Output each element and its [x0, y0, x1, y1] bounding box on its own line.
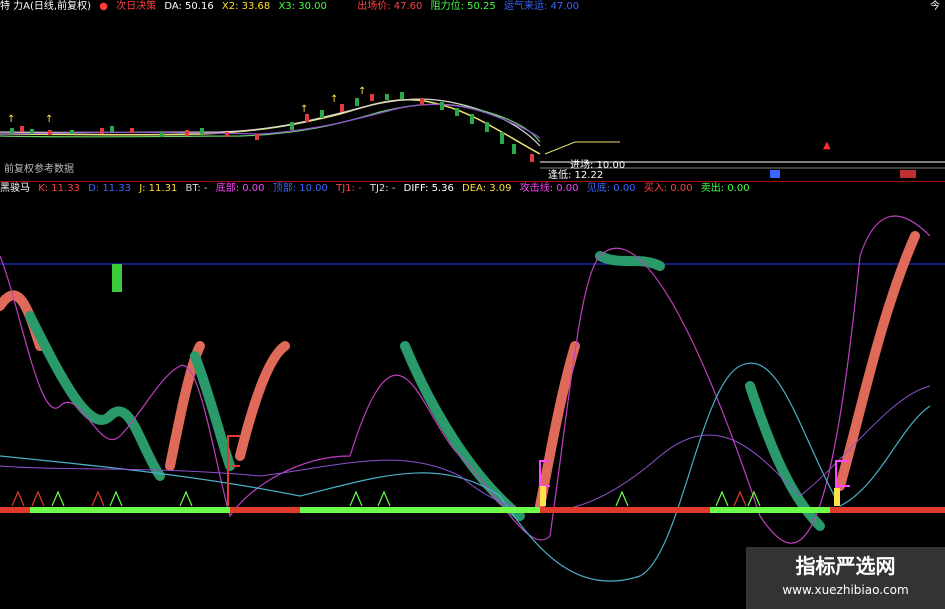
triangle-marker	[31, 490, 45, 507]
signal1-value: 底部: 0.00	[215, 183, 265, 194]
baseline-green-seg	[30, 507, 230, 513]
candle	[355, 98, 359, 106]
exit-price-value: 出场价: 47.60	[357, 1, 423, 12]
signal-value: 运气来运: 47.00	[503, 1, 580, 12]
candle	[485, 122, 489, 132]
candle	[255, 134, 259, 140]
indicator-header: 黑骏马 K: 11.33 D: 11.33 J: 11.31 BT: - 底部:…	[0, 182, 755, 196]
ma-yellow-line	[0, 98, 541, 155]
tj1-value: TJ1: -	[336, 183, 362, 194]
x2-value: X2: 33.68	[221, 1, 271, 12]
chart-header: 特 力A(日线,前复权) ● 次日决策 DA: 50.16 X2: 33.68 …	[0, 0, 940, 14]
candle	[512, 144, 516, 154]
candle	[225, 132, 229, 137]
candle	[530, 154, 534, 162]
candle	[500, 132, 504, 144]
up-arrow-icon: ↑	[45, 114, 53, 125]
up-arrow-icon: ↑	[7, 114, 15, 125]
triangle-marker	[377, 490, 391, 507]
candle	[305, 114, 309, 122]
yellow-signal-bar	[540, 486, 546, 506]
candle	[455, 108, 459, 116]
triangle-markers	[11, 490, 761, 507]
candle	[100, 128, 104, 134]
pressure-value: 阻力位: 50.25	[430, 1, 496, 12]
triangle-marker	[615, 490, 629, 507]
triangle-marker	[179, 490, 193, 507]
d-value: D: 11.33	[88, 183, 131, 194]
watermark-url: www.xuezhibiao.com	[782, 583, 909, 597]
candle	[200, 128, 204, 134]
candle	[290, 122, 294, 130]
triangle-marker	[715, 490, 729, 507]
candle	[420, 98, 424, 105]
triangle-marker	[11, 490, 25, 507]
up-arrow-icon: ↑	[358, 86, 366, 97]
baseline-green-seg	[300, 507, 540, 513]
watermark: 指标严选网 www.xuezhibiao.com	[746, 547, 945, 609]
signal2-value: 顶部: 10.00	[272, 183, 328, 194]
j-value: J: 11.31	[139, 183, 178, 194]
candle	[185, 130, 189, 136]
k-value: K: 11.33	[38, 183, 80, 194]
candle	[160, 132, 164, 137]
bt-value: BT: -	[185, 183, 208, 194]
candle	[370, 94, 374, 101]
diff-value: DIFF: 5.36	[403, 183, 454, 194]
stock-title[interactable]: 特 力A(日线,前复权)	[0, 1, 91, 12]
candle	[70, 130, 74, 134]
candle	[340, 104, 344, 112]
triangle-marker	[51, 490, 65, 507]
dea-value: DEA: 3.09	[462, 183, 512, 194]
triangle-marker	[733, 490, 747, 507]
buy-value: 买入: 0.00	[643, 183, 693, 194]
candle	[320, 110, 324, 118]
candle	[385, 94, 389, 100]
price-label-2: 进场: 10.00	[570, 160, 626, 171]
tj2-value: TJ2: -	[369, 183, 396, 194]
main-note: 前复权参考数据	[4, 164, 74, 175]
price-tag	[770, 170, 780, 178]
price-tag-red	[900, 170, 916, 178]
baseline-green-seg	[710, 507, 830, 513]
pin-icon: ●	[99, 1, 108, 12]
candle	[440, 102, 444, 110]
candle	[110, 126, 114, 132]
candle	[470, 114, 474, 124]
yellow-signal-bar-2	[834, 488, 840, 506]
candle	[130, 128, 134, 133]
triangle-marker	[91, 490, 105, 507]
candle	[400, 92, 404, 99]
candle	[10, 128, 14, 134]
attack-value: 攻击线: 0.00	[519, 183, 579, 194]
da-value: DA: 50.16	[164, 1, 214, 12]
triangle-marker	[109, 490, 123, 507]
candlestick-chart[interactable]: ↑ ↑ ↑ ↑ ↑ ▲	[0, 14, 945, 182]
up-arrow-icon: ↑	[300, 104, 308, 115]
green-signal-bar	[112, 264, 122, 292]
sell-value: 卖出: 0.00	[700, 183, 750, 194]
candle	[30, 129, 34, 134]
red-marker-icon: ▲	[823, 140, 831, 151]
candle	[20, 126, 24, 132]
projection-line	[544, 141, 620, 155]
x3-value: X3: 30.00	[278, 1, 327, 12]
watermark-title: 指标严选网	[795, 554, 896, 578]
today-label: 今	[930, 1, 940, 12]
indicator-name[interactable]: 黑骏马	[0, 183, 30, 194]
teal-band	[25, 251, 825, 531]
candle	[48, 130, 52, 135]
next-day-label[interactable]: 次日决策	[116, 1, 156, 12]
up-arrow-icon: ↑	[330, 94, 338, 105]
triangle-marker	[349, 490, 363, 507]
bottom-value: 见底: 0.00	[586, 183, 636, 194]
